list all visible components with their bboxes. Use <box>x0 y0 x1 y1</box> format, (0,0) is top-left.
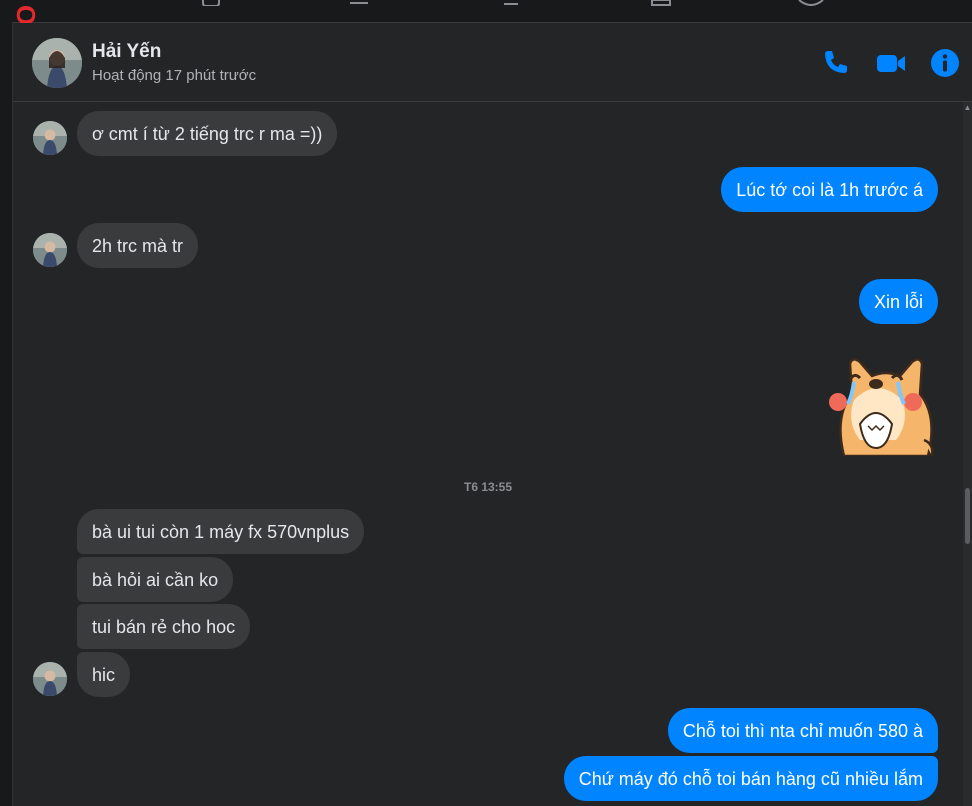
scroll-thumb[interactable] <box>965 488 970 544</box>
conversation-header: Hải Yến Hoạt động 17 phút trước <box>13 23 972 102</box>
outgoing-message[interactable]: Lúc tớ coi là 1h trước á <box>721 167 938 212</box>
incoming-message[interactable]: bà ui tui còn 1 máy fx 570vnplus <box>77 509 365 554</box>
scroll-up-arrow-icon[interactable]: ▲ <box>963 102 972 114</box>
sender-avatar[interactable] <box>33 662 67 696</box>
incoming-message[interactable]: hic <box>77 652 131 697</box>
sidebar-edge <box>0 22 13 806</box>
outgoing-message[interactable]: Xin lỗi <box>858 279 938 324</box>
nav-tab-icon[interactable] <box>348 0 370 6</box>
video-camera-icon <box>877 55 905 72</box>
incoming-message[interactable]: ơ cmt í từ 2 tiếng trc r ma =)) <box>77 111 338 156</box>
incoming-message[interactable]: tui bán rẻ cho hoc <box>77 604 251 649</box>
nav-tab-icon[interactable] <box>502 0 524 6</box>
top-navigation-bar <box>0 0 972 23</box>
sender-avatar[interactable] <box>33 121 67 155</box>
info-icon <box>931 49 959 77</box>
nav-tab-icon[interactable] <box>650 0 672 6</box>
message-thread: ơ cmt í từ 2 tiếng trc r ma =)) Lúc tớ c… <box>13 102 963 806</box>
nav-tab-icon[interactable] <box>200 0 222 6</box>
call-button[interactable] <box>819 47 851 79</box>
shiba-sticker[interactable] <box>816 340 938 458</box>
contact-name[interactable]: Hải Yến <box>92 41 161 63</box>
crying-dog-sticker-icon <box>829 358 934 458</box>
phone-icon <box>825 51 847 73</box>
outgoing-message[interactable]: Chỗ toi thì nta chỉ muốn 580 à <box>667 708 938 753</box>
sender-avatar[interactable] <box>33 233 67 267</box>
incoming-message[interactable]: 2h trc mà tr <box>77 223 199 268</box>
outgoing-message[interactable]: Chứ máy đó chỗ toi bán hàng cũ nhiều lắm <box>563 756 938 801</box>
chat-scrollbar[interactable]: ▲ <box>963 102 972 806</box>
nav-tab-icon[interactable] <box>798 0 824 6</box>
message-timestamp: T6 13:55 <box>463 480 513 494</box>
active-status: Hoạt động 17 phút trước <box>92 67 257 84</box>
conversation-info-button[interactable] <box>929 47 961 79</box>
contact-avatar[interactable] <box>32 38 82 88</box>
video-call-button[interactable] <box>875 47 907 79</box>
incoming-message[interactable]: bà hỏi ai cần ko <box>77 557 234 602</box>
